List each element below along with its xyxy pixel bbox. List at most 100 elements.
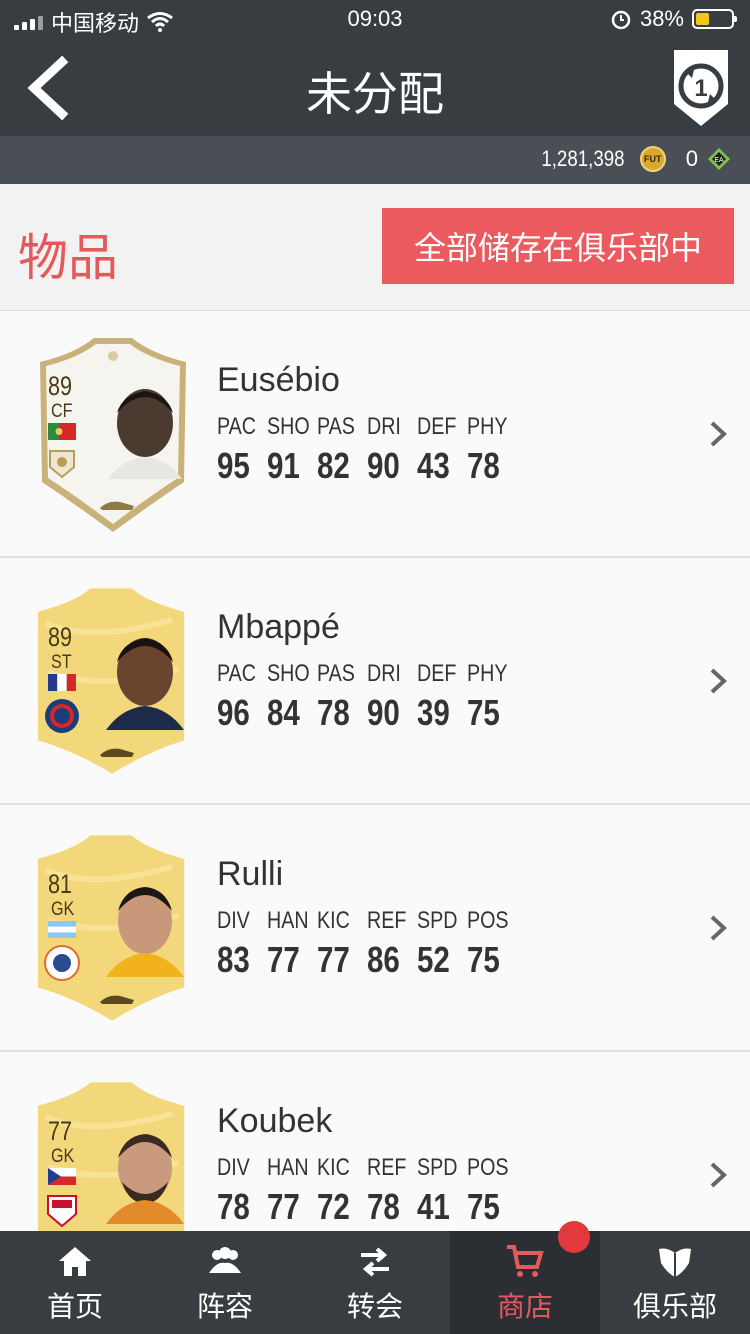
czech-flag-icon (48, 1168, 76, 1185)
tab-squad[interactable]: 阵容 (150, 1231, 300, 1334)
stat-labels: PAC SHO PAS DRI DEF PHY (217, 413, 517, 441)
squad-icon (209, 1247, 241, 1273)
points-balance: 0 (685, 146, 698, 171)
chevron-right-icon[interactable] (708, 666, 728, 696)
card-rating: 81 (48, 869, 73, 899)
stat-label: PHY (467, 660, 508, 687)
stat-label: DEF (417, 660, 457, 687)
chevron-right-icon[interactable] (708, 1160, 728, 1190)
stat-value: 84 (267, 692, 300, 733)
svg-text:1: 1 (694, 75, 707, 102)
items-title: 物品 (18, 230, 118, 286)
chevron-right-icon[interactable] (708, 419, 728, 449)
stat-label: PAS (317, 413, 355, 440)
stat-label: POS (467, 1154, 509, 1181)
stat-value: 75 (467, 1186, 500, 1227)
stat-value: 75 (467, 939, 500, 980)
stat-label: SHO (267, 413, 310, 440)
store-all-in-club-button[interactable]: 全部储存在俱乐部中 (382, 208, 734, 284)
battery-percent: 38% (639, 6, 684, 31)
stat-value: 77 (317, 939, 350, 980)
stat-label: HAN (267, 1154, 309, 1181)
transfer-icon (361, 1247, 389, 1277)
stat-values: 96 84 78 90 39 75 (217, 692, 517, 734)
stat-value: 78 (467, 445, 500, 486)
boot-icon (100, 748, 134, 757)
stat-label: PHY (467, 413, 508, 440)
stat-value: 86 (367, 939, 400, 980)
portugal-flag-icon (48, 423, 76, 440)
france-flag-icon (48, 674, 76, 691)
battery-icon (692, 9, 737, 29)
stat-values: 83 77 77 86 52 75 (217, 939, 517, 981)
card-position: CF (51, 401, 73, 422)
stat-value: 72 (317, 1186, 350, 1227)
stat-label: KIC (317, 1154, 350, 1181)
stat-value: 77 (267, 1186, 300, 1227)
status-bar: 中国移动 09:03 38% (0, 0, 750, 40)
tab-home[interactable]: 首页 (0, 1231, 150, 1334)
argentina-flag-icon (48, 921, 76, 938)
card-rating: 89 (48, 371, 73, 401)
items-header: 物品 全部储存在俱乐部中 (0, 184, 750, 311)
stat-value: 78 (317, 692, 350, 733)
coin-balance: 1,281,398 (541, 146, 625, 171)
tab-transfers[interactable]: 转会 (300, 1231, 450, 1334)
player-name: Koubek (217, 1102, 333, 1140)
stat-value: 39 (417, 692, 450, 733)
svg-text:EA: EA (714, 157, 724, 164)
stat-label: HAN (267, 907, 309, 934)
stat-labels: DIV HAN KIC REF SPD POS (217, 1154, 517, 1182)
stat-labels: DIV HAN KIC REF SPD POS (217, 907, 517, 935)
stat-value: 95 (217, 445, 250, 486)
fifa-points-icon: EA (708, 148, 730, 170)
stat-values: 95 91 82 90 43 78 (217, 445, 517, 487)
stat-value: 96 (217, 692, 250, 733)
stat-value: 90 (367, 692, 400, 733)
card-position: GK (51, 1146, 75, 1167)
stat-label: REF (367, 907, 407, 934)
player-photo (106, 1134, 184, 1224)
stat-values: 78 77 72 78 41 75 (217, 1186, 517, 1228)
cart-icon (507, 1245, 544, 1277)
player-row[interactable]: 81 GK Rulli DIV HAN KIC REF SPD POS 83 7… (0, 805, 750, 1052)
fut-coin-icon: FUT (639, 146, 666, 172)
player-photo (108, 389, 182, 479)
card-position: ST (51, 652, 72, 673)
stat-label: REF (367, 1154, 407, 1181)
stat-label: DRI (367, 660, 401, 687)
navigation-bar: 未分配 1 (0, 40, 750, 136)
notification-badge (558, 1221, 590, 1253)
tab-label: 转会 (346, 1291, 403, 1322)
tab-club[interactable]: 俱乐部 (600, 1231, 750, 1334)
currency-bar: 1,281,398 FUT 0 EA (0, 136, 750, 184)
stat-value: 43 (417, 445, 450, 486)
tab-label: 商店 (496, 1291, 553, 1322)
coin-label: FUT (644, 154, 662, 164)
tab-label: 俱乐部 (632, 1291, 717, 1322)
stat-value: 91 (267, 445, 300, 486)
stat-label: DEF (417, 413, 457, 440)
home-icon (59, 1247, 91, 1276)
augsburg-crest-icon (47, 1195, 77, 1228)
stat-label: PAC (217, 660, 257, 687)
player-row[interactable]: 89 CF Eusébio PAC SHO PAS DRI DEF PHY 95 (0, 311, 750, 558)
tab-label: 阵容 (196, 1291, 253, 1322)
icon-badge-icon (49, 450, 75, 479)
player-row[interactable]: 77 GK Koubek DIV HAN KIC REF SPD POS 78 … (0, 1052, 750, 1231)
stat-label: DIV (217, 907, 250, 934)
stat-value: 77 (267, 939, 300, 980)
card-position: GK (51, 899, 75, 920)
card-rating: 89 (48, 622, 73, 652)
bottom-tab-bar: 首页 阵容 转会 商店 俱乐部 (0, 1231, 750, 1334)
player-name: Eusébio (217, 361, 340, 399)
psg-crest-icon (45, 699, 79, 733)
player-row[interactable]: 89 ST Mbappé PAC SHO PAS DRI DEF PHY 96 … (0, 558, 750, 805)
chevron-right-icon[interactable] (708, 913, 728, 943)
club-icon (659, 1248, 691, 1277)
club-badge-icon[interactable]: 1 (668, 46, 734, 130)
stat-value: 82 (317, 445, 350, 486)
alarm-icon (611, 10, 631, 30)
boot-icon (100, 995, 134, 1004)
stat-value: 78 (217, 1186, 250, 1227)
